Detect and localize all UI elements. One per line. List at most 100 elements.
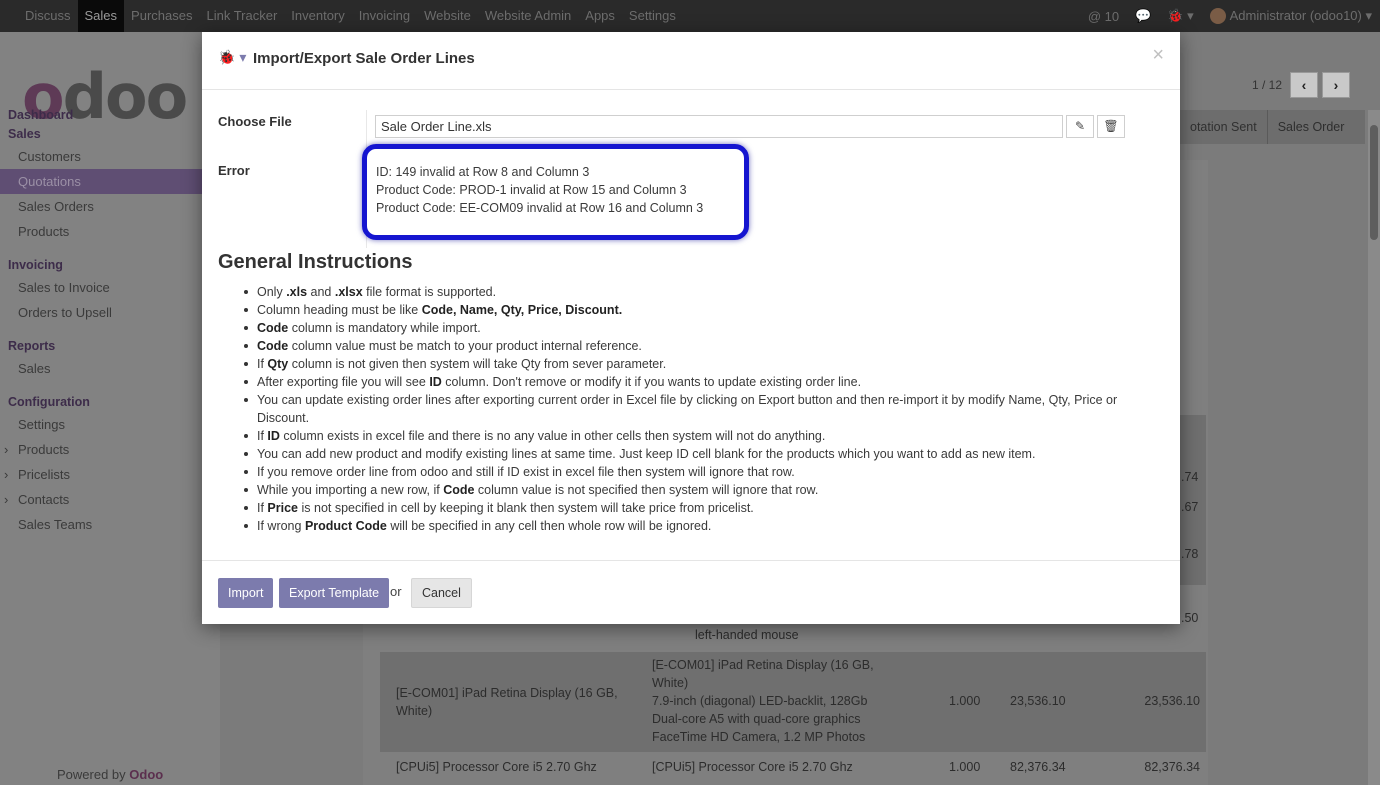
user-menu[interactable]: Administrator (odoo10) ▾ bbox=[1209, 7, 1372, 25]
app-menu-settings[interactable]: Settings bbox=[622, 0, 683, 32]
table-row[interactable]: [CPUi5] Processor Core i5 2.70 Ghz [CPUi… bbox=[380, 754, 1206, 782]
app-menu-inventory[interactable]: Inventory bbox=[284, 0, 351, 32]
instruction-item: If Price is not specified in cell by kee… bbox=[242, 499, 1162, 517]
sidebar-menu: Dashboard Sales Customers Quotations Sales O… bbox=[0, 106, 220, 537]
instruction-item: Code column is mandatory while import. bbox=[242, 319, 1162, 337]
sidebar-item-products[interactable]: Products bbox=[0, 437, 220, 462]
import-button[interactable]: Import bbox=[218, 578, 274, 608]
app-menu-purchases[interactable]: Purchases bbox=[124, 0, 199, 32]
table-row[interactable]: left-handed mouse bbox=[380, 624, 1206, 650]
total-partial: .78 bbox=[1181, 547, 1199, 561]
at-icon: @ bbox=[1087, 8, 1102, 24]
user-name: Administrator (odoo10) bbox=[1229, 7, 1362, 23]
powered-by: Powered by Odoo bbox=[57, 767, 163, 782]
instructions-title: General Instructions bbox=[218, 251, 413, 273]
sidebar-item-customers[interactable]: Customers bbox=[0, 144, 220, 169]
line-product: [CPUi5] Processor Core i5 2.70 Ghz bbox=[396, 760, 597, 774]
instruction-item: If ID column exists in excel file and th… bbox=[242, 427, 1162, 445]
topbar-right: @ 10 💬 🐞 ▾ Administrator (odoo10) ▾ bbox=[1088, 0, 1372, 32]
avatar bbox=[1209, 8, 1226, 25]
error-message: ID: 149 invalid at Row 8 and Column 3 bbox=[376, 165, 590, 179]
instruction-item: While you importing a new row, if Code c… bbox=[242, 481, 1162, 499]
sidebar-item-products[interactable]: Products bbox=[0, 219, 220, 244]
bug-icon[interactable]: 🐞 ▾ bbox=[1167, 8, 1193, 24]
sidebar-section-sales: Sales bbox=[8, 127, 41, 141]
sidebar-item-settings[interactable]: Settings bbox=[0, 412, 220, 437]
pencil-icon: ✎ bbox=[1074, 119, 1086, 133]
app-menu-link-tracker[interactable]: Link Tracker bbox=[199, 0, 284, 32]
total-partial: .67 bbox=[1181, 500, 1199, 514]
app-menu-sales[interactable]: Sales bbox=[77, 0, 125, 32]
pager: 1 / 12 ‹ › bbox=[1252, 72, 1350, 98]
line-subtotal: 82,376.34 bbox=[1144, 760, 1200, 774]
line-price: 23,536.10 bbox=[1010, 694, 1066, 708]
powered-by-text: Powered by bbox=[57, 767, 130, 782]
sidebar-section-invoicing: Invoicing bbox=[8, 258, 63, 272]
total-partial: .50 bbox=[1181, 611, 1199, 625]
sidebar-item-sales-to-invoice[interactable]: Sales to Invoice bbox=[0, 275, 220, 300]
sidebar-section-dashboard[interactable]: Dashboard bbox=[0, 106, 220, 125]
status-quotation-sent[interactable]: otation Sent bbox=[1180, 110, 1268, 144]
app-menu-apps[interactable]: Apps bbox=[578, 0, 622, 32]
delete-file-button[interactable]: 🗑 bbox=[1097, 115, 1125, 138]
sidebar-item-quotations[interactable]: Quotations bbox=[0, 169, 220, 194]
or-text: or bbox=[390, 584, 402, 599]
instruction-item: You can add new product and modify exist… bbox=[242, 445, 1162, 463]
app-menu-website-admin[interactable]: Website Admin bbox=[478, 0, 578, 32]
table-row[interactable]: [E-COM01] iPad Retina Display (16 GB, Wh… bbox=[380, 652, 1206, 752]
dialog-title: Import/Export Sale Order Lines bbox=[253, 50, 475, 67]
instruction-item: Column heading must be like Code, Name, … bbox=[242, 301, 1162, 319]
instruction-item: Only .xls and .xlsx file format is suppo… bbox=[242, 283, 1162, 301]
line-subtotal: 23,536.10 bbox=[1144, 694, 1200, 708]
line-description: [CPUi5] Processor Core i5 2.70 Ghz bbox=[652, 760, 853, 774]
bug-icon[interactable]: 🐞 ▾ bbox=[218, 49, 246, 66]
notification-count: 10 bbox=[1104, 8, 1120, 24]
export-template-button[interactable]: Export Template bbox=[279, 578, 390, 608]
sidebar-item-contacts[interactable]: Contacts bbox=[0, 487, 220, 512]
pager-value[interactable]: 1 / 12 bbox=[1252, 78, 1282, 92]
instruction-item: After exporting file you will see ID col… bbox=[242, 373, 1162, 391]
line-product: [E-COM01] iPad Retina Display (16 GB, Wh… bbox=[396, 686, 618, 718]
powered-by-link[interactable]: Odoo bbox=[129, 767, 163, 782]
instructions-list: Only .xls and .xlsx file format is suppo… bbox=[242, 283, 1162, 535]
sidebar-item-sales-orders[interactable]: Sales Orders bbox=[0, 194, 220, 219]
line-price: 82,376.34 bbox=[1010, 760, 1066, 774]
file-input[interactable]: Sale Order Line.xls bbox=[375, 115, 1063, 138]
instruction-item: You can update existing order lines afte… bbox=[242, 391, 1162, 427]
sidebar-item-pricelists[interactable]: Pricelists bbox=[0, 462, 220, 487]
instruction-item: Code column value must be match to your … bbox=[242, 337, 1162, 355]
trash-icon: 🗑 bbox=[1103, 119, 1119, 133]
pager-prev-button[interactable]: ‹ bbox=[1290, 72, 1318, 98]
line-description: [E-COM01] iPad Retina Display (16 GB, Wh… bbox=[652, 658, 874, 744]
top-navbar: Discuss Sales Purchases Link Tracker Invento… bbox=[0, 0, 1380, 32]
app-menu: Discuss Sales Purchases Link Tracker Invento… bbox=[0, 0, 683, 32]
line-description: left-handed mouse bbox=[695, 628, 799, 642]
instruction-item: If you remove order line from odoo and s… bbox=[242, 463, 1162, 481]
dialog-header: 🐞 ▾ Import/Export Sale Order Lines × bbox=[202, 32, 1180, 90]
line-qty: 1.000 bbox=[949, 694, 981, 708]
total-partial: .74 bbox=[1181, 470, 1199, 484]
close-icon[interactable]: × bbox=[1152, 44, 1164, 67]
sidebar-item-sales[interactable]: Sales bbox=[0, 356, 220, 381]
app-menu-invoicing[interactable]: Invoicing bbox=[352, 0, 417, 32]
line-qty: 1.000 bbox=[949, 760, 981, 774]
error-label: Error bbox=[218, 163, 250, 178]
app-menu-discuss[interactable]: Discuss bbox=[18, 0, 78, 32]
chat-icon[interactable]: 💬 bbox=[1135, 8, 1151, 24]
sidebar-item-orders-to-upsell[interactable]: Orders to Upsell bbox=[0, 300, 220, 325]
instruction-item: If Qty column is not given then system w… bbox=[242, 355, 1162, 373]
edit-file-button[interactable]: ✎ bbox=[1066, 115, 1094, 138]
app-menu-website[interactable]: Website bbox=[417, 0, 478, 32]
dialog-footer: Import Export Template or Cancel bbox=[202, 560, 1180, 624]
error-message: Product Code: EE-COM09 invalid at Row 16… bbox=[376, 201, 704, 215]
sidebar-section-reports: Reports bbox=[8, 339, 56, 353]
notifications[interactable]: @ 10 bbox=[1088, 9, 1119, 24]
import-export-dialog: 🐞 ▾ Import/Export Sale Order Lines × Cho… bbox=[202, 32, 1180, 624]
pager-next-button[interactable]: › bbox=[1322, 72, 1350, 98]
sidebar-item-sales-teams[interactable]: Sales Teams bbox=[0, 512, 220, 537]
page-scrollbar-thumb[interactable] bbox=[1370, 125, 1378, 240]
status-sales-order[interactable]: Sales Order bbox=[1268, 110, 1355, 144]
cancel-button[interactable]: Cancel bbox=[411, 578, 472, 608]
error-message: Product Code: PROD-1 invalid at Row 15 a… bbox=[376, 183, 687, 197]
choose-file-label: Choose File bbox=[218, 114, 292, 129]
